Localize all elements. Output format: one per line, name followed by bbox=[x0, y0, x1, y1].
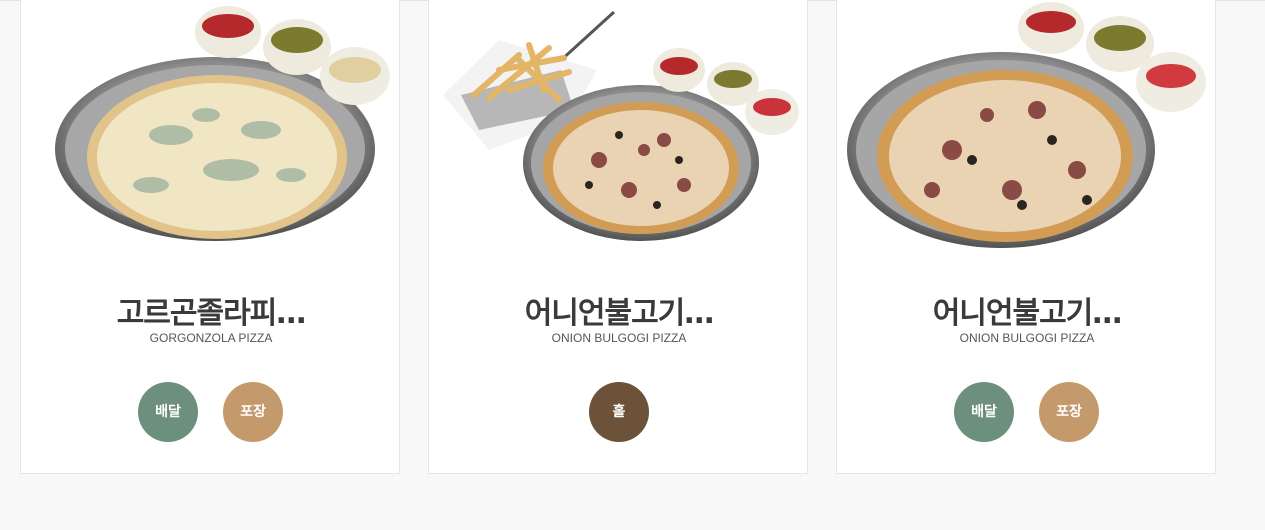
menu-title[interactable]: 고르곤졸라피… bbox=[21, 288, 401, 332]
delivery-button[interactable]: 배달 bbox=[138, 382, 198, 442]
menu-card-onion-bulgogi-hall[interactable]: 어니언불고기… ONION BULGOGI PIZZA 홀 bbox=[428, 0, 808, 474]
menu-title[interactable]: 어니언불고기… bbox=[429, 288, 809, 332]
menu-title[interactable]: 어니언불고기… bbox=[837, 288, 1217, 332]
takeout-button[interactable]: 포장 bbox=[1039, 382, 1099, 442]
menu-card-onion-bulgogi[interactable]: 어니언불고기… ONION BULGOGI PIZZA 배달 포장 bbox=[836, 0, 1216, 474]
menu-english-name: GORGONZOLA PIZZA bbox=[149, 331, 273, 345]
delivery-button[interactable]: 배달 bbox=[954, 382, 1014, 442]
menu-english-name: ONION BULGOGI PIZZA bbox=[551, 331, 687, 345]
pizza-image[interactable] bbox=[837, 0, 1217, 260]
menu-english-name: ONION BULGOGI PIZZA bbox=[959, 331, 1095, 345]
takeout-button[interactable]: 포장 bbox=[223, 382, 283, 442]
pizza-image[interactable] bbox=[21, 0, 401, 260]
menu-card-gorgonzola[interactable]: 고르곤졸라피… GORGONZOLA PIZZA 배달 포장 bbox=[20, 0, 400, 474]
hall-button[interactable]: 홀 bbox=[589, 382, 649, 442]
pizza-image[interactable] bbox=[429, 0, 809, 260]
